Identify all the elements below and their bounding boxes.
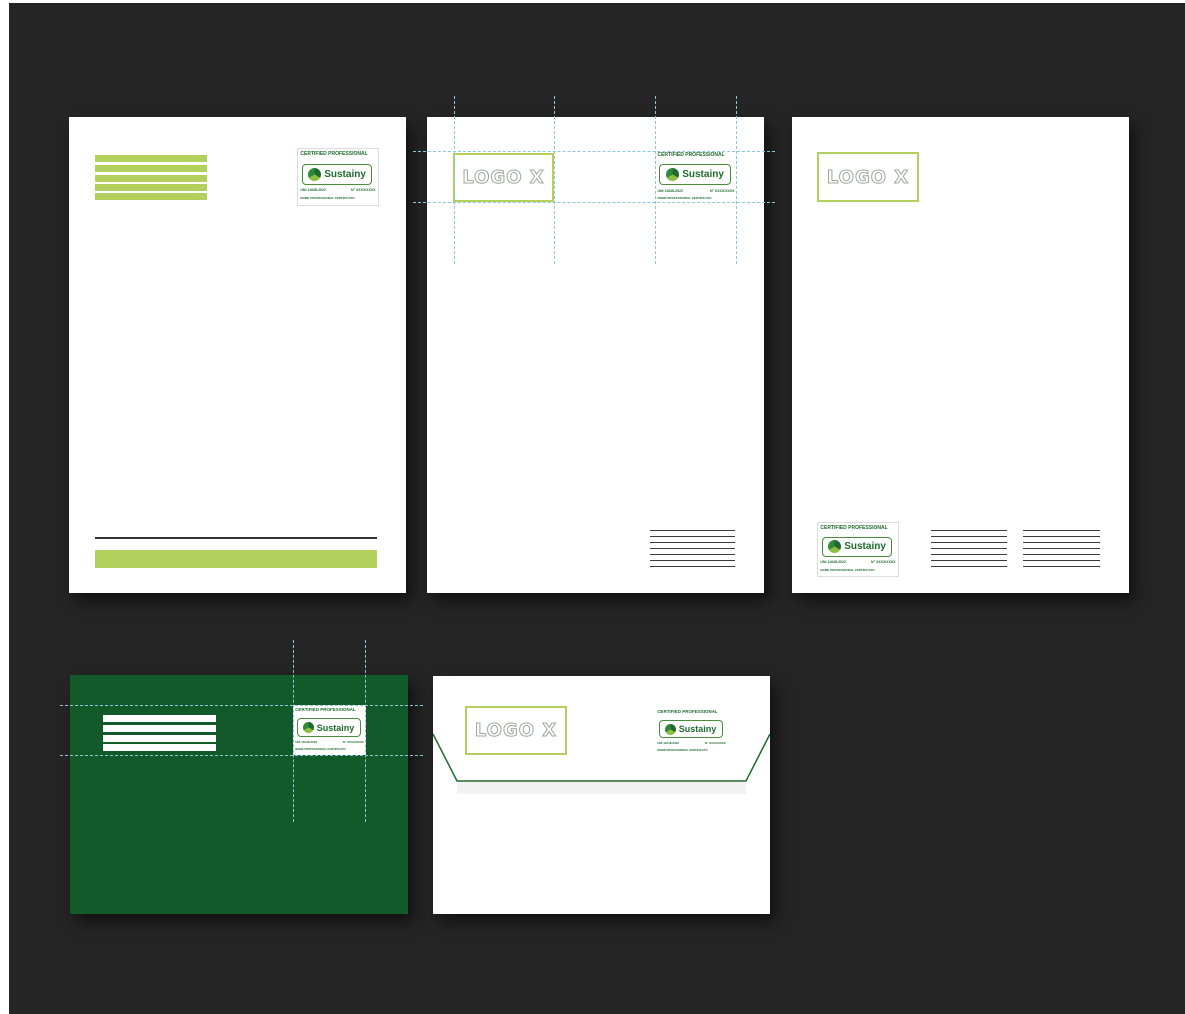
badge-footer: NOME PROFESSIONAL CERTIFICATO: [820, 567, 875, 572]
certification-badge: CERTIFIED PROFESSIONAL Sustainy UNI 1164…: [655, 150, 737, 205]
sustainy-logo: Sustainy: [302, 163, 373, 185]
badge-brand: Sustainy: [682, 169, 724, 181]
envelope-bar: [103, 744, 216, 751]
header-bar: [95, 193, 207, 200]
badge-standard: UNI 11648-2022: [300, 188, 326, 193]
alignment-guide: [413, 151, 775, 152]
alignment-guide: [365, 640, 366, 822]
alignment-guide: [554, 96, 555, 264]
logo-placeholder: LOGO X: [453, 153, 554, 202]
badge-title: CERTIFIED PROFESSIONAL: [820, 525, 888, 532]
sustainy-logo: Sustainy: [822, 536, 893, 557]
sustainy-logo: Sustainy: [296, 718, 361, 737]
sustainy-mark-icon: [828, 540, 842, 554]
alignment-guide: [413, 202, 775, 203]
sustainy-mark-icon: [665, 723, 677, 735]
badge-standard: UNI 11648-2022: [657, 741, 680, 746]
header-bar: [95, 155, 207, 162]
badge-footer: NOME PROFESSIONAL CERTIFICATO: [295, 747, 346, 751]
header-bar: [95, 184, 207, 191]
badge-info-row: UNI 11648-2022 N° XXXX/XXXX: [295, 740, 364, 744]
alignment-guide: [454, 96, 455, 264]
address-line: [650, 560, 735, 561]
badge-title: CERTIFIED PROFESSIONAL: [657, 708, 718, 714]
header-bar: [95, 165, 207, 172]
badge-footer: NOME PROFESSIONAL CERTIFICATO: [657, 748, 708, 753]
alignment-guide: [655, 96, 656, 264]
address-line: [1023, 542, 1100, 543]
badge-number: N° XXXX/XXXX: [342, 740, 364, 744]
sustainy-mark-icon: [666, 168, 680, 182]
address-line: [1023, 554, 1100, 555]
badge-number: N° XXXX/XXXX: [351, 188, 376, 193]
address-line: [931, 542, 1007, 543]
address-line: [931, 566, 1007, 567]
address-line: [1023, 560, 1100, 561]
badge-title: CERTIFIED PROFESSIONAL: [300, 151, 368, 158]
badge-number: N° XXXX/XXXX: [704, 741, 726, 746]
address-line: [650, 542, 735, 543]
certification-badge: CERTIFIED PROFESSIONAL Sustainy UNI 1164…: [817, 522, 899, 577]
sustainy-mark-icon: [303, 722, 315, 733]
address-line: [931, 548, 1007, 549]
badge-title: CERTIFIED PROFESSIONAL: [295, 707, 356, 712]
envelope-bar: [103, 725, 216, 732]
footer-bar: [95, 550, 377, 568]
address-line: [650, 530, 735, 531]
alignment-guide: [736, 96, 737, 264]
address-line: [1023, 566, 1100, 567]
badge-brand: Sustainy: [678, 724, 717, 735]
address-line: [650, 566, 735, 567]
letterhead-sheet-3: LOGO X CERTIFIED PROFESSIONAL Sustainy U…: [792, 117, 1129, 593]
logo-placeholder-text: LOGO X: [826, 166, 910, 188]
address-line: [1023, 530, 1100, 531]
alignment-guide: [60, 705, 423, 706]
letterhead-sheet-1: CERTIFIED PROFESSIONAL Sustainy UNI 1164…: [69, 117, 406, 593]
address-line: [1023, 536, 1100, 537]
address-line: [931, 560, 1007, 561]
badge-standard: UNI 11648-2022: [657, 188, 683, 193]
badge-info-row: UNI 11648-2022 N° XXXX/XXXX: [657, 741, 726, 745]
certification-badge: CERTIFIED PROFESSIONAL Sustainy UNI 1164…: [655, 707, 728, 756]
sustainy-mark-icon: [308, 167, 322, 181]
badge-number: N° XXXX/XXXX: [709, 188, 735, 193]
footer-rule: [95, 537, 377, 539]
address-line: [650, 554, 735, 555]
certification-badge: CERTIFIED PROFESSIONAL Sustainy UNI 1164…: [297, 148, 379, 206]
envelope-green: CERTIFIED PROFESSIONAL Sustainy UNI 1164…: [70, 675, 408, 914]
sustainy-logo: Sustainy: [658, 719, 723, 739]
logo-placeholder: LOGO X: [817, 152, 919, 202]
sustainy-logo: Sustainy: [659, 164, 732, 186]
badge-footer: NOME PROFESSIONAL CERTIFICATO: [300, 196, 355, 201]
address-line: [650, 536, 735, 537]
badge-footer: NOME PROFESSIONAL CERTIFICATO: [657, 196, 712, 201]
badge-brand: Sustainy: [844, 541, 886, 553]
address-line: [650, 548, 735, 549]
address-line: [931, 536, 1007, 537]
letterhead-sheet-2: LOGO X CERTIFIED PROFESSIONAL Sustainy U…: [427, 117, 764, 593]
badge-info-row: UNI 11648-2022 N° XXXX/XXXX: [300, 188, 375, 192]
badge-number: N° XXXX/XXXX: [871, 560, 896, 565]
alignment-guide: [293, 640, 294, 822]
header-bar: [95, 175, 207, 182]
logo-placeholder-text: LOGO X: [474, 720, 558, 742]
logo-placeholder-text: LOGO X: [462, 167, 545, 189]
badge-brand: Sustainy: [324, 168, 366, 180]
badge-info-row: UNI 11648-2022 N° XXXX/XXXX: [657, 189, 734, 193]
address-line: [931, 554, 1007, 555]
badge-info-row: UNI 11648-2022 N° XXXX/XXXX: [820, 560, 895, 564]
address-line: [1023, 548, 1100, 549]
badge-title: CERTIFIED PROFESSIONAL: [657, 152, 725, 159]
envelope-bar: [103, 735, 216, 742]
alignment-guide: [60, 755, 423, 756]
badge-brand: Sustainy: [316, 722, 355, 733]
envelope-white: LOGO X CERTIFIED PROFESSIONAL Sustainy U…: [433, 676, 770, 914]
badge-standard: UNI 11648-2022: [295, 740, 318, 744]
logo-placeholder: LOGO X: [465, 706, 567, 755]
envelope-bar: [103, 715, 216, 722]
badge-standard: UNI 11648-2022: [820, 560, 846, 565]
address-line: [931, 530, 1007, 531]
certification-badge: CERTIFIED PROFESSIONAL Sustainy UNI 1164…: [293, 705, 366, 755]
